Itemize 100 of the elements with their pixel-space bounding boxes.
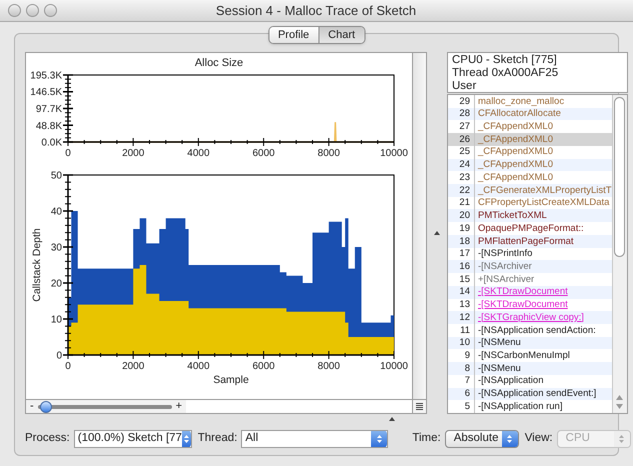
stack-row[interactable]: 14 -[SKTDrawDocument [448, 286, 612, 298]
x-tick-label: 8000 [318, 361, 340, 372]
y-tick-label: 195.3K [30, 70, 62, 82]
scroll-down-icon[interactable] [616, 404, 624, 409]
combo-box[interactable]: (100.0%) Sketch [77 [74, 430, 192, 448]
symbol-name: _CFAppendXML0 [476, 122, 553, 132]
popup-button[interactable]: Absolute [444, 430, 519, 448]
combo-value: All [244, 431, 260, 446]
symbol-name: -[NSArchiver [477, 262, 532, 272]
stack-row[interactable]: 16 -[NSArchiver [448, 260, 612, 274]
symbol-name: -[NSMenu [477, 364, 521, 374]
x-tick-label: 4000 [187, 361, 210, 372]
symbol-name: -[NSPrintInfo [477, 249, 532, 259]
symbol-name: -[NSApplication sendEvent:] [477, 389, 596, 399]
symbol-name: +[NSArchiver [477, 274, 534, 284]
y-tick-label: 97.7K [36, 104, 62, 115]
window-control-button[interactable] [44, 4, 57, 17]
stack-row[interactable]: 10 -[NSMenu [448, 336, 612, 350]
x-axis-label: Sample [213, 374, 249, 386]
symbol-name: -[NSApplication run] [477, 402, 562, 412]
symbol-name: _CFAppendXML0 [476, 147, 553, 157]
symbol-name: -[SKTDrawDocument [477, 287, 568, 297]
scroll-up-icon[interactable] [616, 395, 624, 400]
zoom-slider[interactable]: - + [26, 400, 186, 413]
y-tick-label: 48.8K [36, 120, 62, 132]
splitter-caret-icon[interactable] [388, 417, 394, 421]
symbol-name: PMTicketToXML [477, 211, 547, 221]
y-tick-label: 146.5K [30, 87, 62, 98]
segment-tab[interactable]: Profile [268, 27, 318, 43]
slider-thumb[interactable] [40, 400, 52, 412]
x-tick-label: 10000 [380, 361, 408, 372]
symbol-name: OpaquePMPageFormat:: [477, 224, 584, 234]
stack-row[interactable]: 8 -[NSMenu [448, 362, 612, 375]
vertical-scrollbar[interactable] [413, 52, 427, 400]
symbol-name: -[NSApplication [477, 376, 544, 386]
symbol-name: -[NSMenu [477, 338, 521, 348]
x-tick-label: 6000 [252, 148, 275, 159]
y-tick-label: 30 [50, 242, 62, 254]
zoom-in-label: + [176, 401, 182, 412]
control-label: Time: [412, 431, 441, 446]
context-line: Thread 0xA000AF25 [452, 67, 560, 80]
stepper-arrows-icon [502, 431, 518, 447]
symbol-name: _CFGenerateXMLPropertyListT [476, 186, 612, 196]
stepper-arrows-icon [182, 431, 191, 447]
x-tick-label: 2000 [122, 148, 144, 159]
control-label: View: [524, 431, 553, 446]
window-title: Session 4 - Malloc Trace of Sketch [214, 2, 418, 20]
window-control-button[interactable] [8, 4, 21, 17]
list-view-icon[interactable] [412, 400, 426, 413]
y-axis-label: Callstack Depth [31, 228, 43, 302]
symbol-name: _CFAppendXML0 [476, 172, 553, 182]
stack-row[interactable]: 24 _CFAppendXML0 [448, 158, 612, 172]
symbol-name: -[SKTDrawDocument [477, 300, 568, 310]
window-control-button[interactable] [26, 4, 39, 17]
list-scrollbar[interactable] [612, 95, 627, 413]
stack-row[interactable]: 26 _CFAppendXML0 [448, 133, 612, 146]
y-tick-label: 50 [50, 170, 62, 182]
scroll-thumb[interactable] [614, 97, 626, 257]
symbol-name: CFPropertyListCreateXMLData [477, 198, 610, 208]
stack-row[interactable]: 12 -[SKTGraphicView copy:] [448, 311, 612, 324]
stack-row[interactable]: 17 -[NSPrintInfo [448, 248, 612, 260]
y-tick-label: 0 [56, 350, 62, 362]
depth-number: 5 [448, 400, 475, 413]
x-tick-label: 0 [65, 148, 71, 159]
symbol-name: -[SKTGraphicView copy:] [477, 312, 584, 322]
symbol-name: _CFAppendXML0 [476, 160, 553, 170]
symbol-name: -[NSCarbonMenuImpl [477, 350, 570, 360]
x-tick-label: 6000 [252, 361, 275, 372]
segment-tab[interactable]: Chart [318, 27, 364, 43]
context-line: CPU0 - Sketch [775] [452, 54, 558, 67]
y-tick-label: 40 [50, 206, 62, 218]
combo-box[interactable]: All [241, 430, 388, 448]
combo-value: (100.0%) Sketch [77 [76, 431, 182, 446]
stack-row[interactable]: 20 PMTicketToXML [448, 209, 612, 222]
splitter-caret-icon[interactable] [434, 231, 440, 235]
y-tick-label: 20 [50, 278, 62, 290]
symbol-name: CFAllocatorAllocate [477, 109, 561, 119]
x-tick-label: 4000 [187, 148, 210, 159]
symbol-name: PMFlattenPageFormat [477, 236, 574, 246]
x-tick-label: 10000 [380, 148, 408, 159]
symbol-name: malloc_zone_malloc [477, 96, 564, 106]
context-line: User [452, 80, 478, 93]
stack-row[interactable]: 13 -[SKTDrawDocument [448, 298, 612, 312]
stepper-arrows-icon [371, 431, 388, 447]
control-label: Thread: [198, 431, 238, 446]
symbol-name: _CFAppendXML0 [476, 134, 553, 144]
x-tick-label: 0 [65, 361, 71, 372]
control-label: Process: [25, 431, 70, 446]
x-tick-label: 8000 [318, 148, 340, 159]
y-tick-label: 0.0K [41, 138, 62, 148]
stack-row[interactable]: 21 CFPropertyListCreateXMLData [448, 196, 612, 210]
zoom-out-label: - [30, 401, 34, 412]
stack-row[interactable]: 28 CFAllocatorAllocate [448, 108, 612, 120]
stack-row[interactable]: 22 _CFGenerateXMLPropertyListT [448, 184, 612, 197]
x-tick-label: 2000 [122, 361, 144, 372]
y-axis [63, 74, 73, 143]
chart-title: Alloc Size [194, 56, 244, 69]
stack-row[interactable]: 18 PMFlattenPageFormat [448, 234, 612, 248]
stack-row[interactable]: 6 -[NSApplication sendEvent:] [448, 388, 612, 400]
y-tick-label: 10 [50, 314, 62, 326]
